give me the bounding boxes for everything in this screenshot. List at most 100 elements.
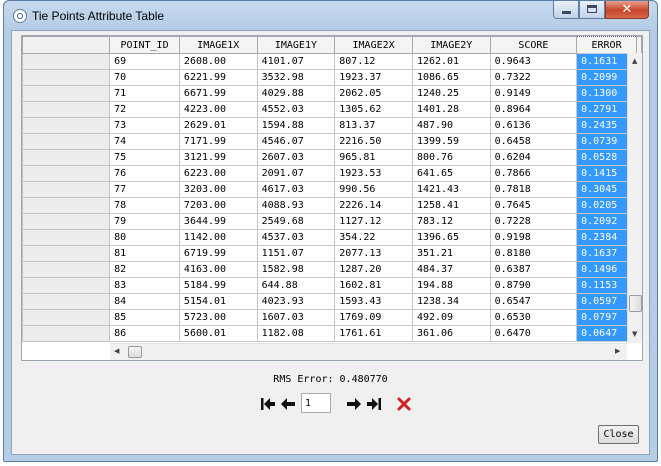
column-header-score[interactable]: SCORE <box>489 36 578 54</box>
cell-image2x[interactable]: 1761.61 <box>334 325 413 342</box>
cell-image2x[interactable]: 965.81 <box>334 149 413 166</box>
cell-image2y[interactable]: 1401.28 <box>411 101 491 118</box>
cell-image2y[interactable]: 800.76 <box>411 149 491 166</box>
cell-score[interactable]: 0.6547 <box>489 293 578 310</box>
cell-image1x[interactable]: 3203.00 <box>178 181 258 198</box>
row-header-cell[interactable] <box>22 53 111 70</box>
cell-image2y[interactable]: 1086.65 <box>411 69 491 86</box>
delete-icon[interactable] <box>395 395 413 413</box>
row-header-cell[interactable] <box>22 85 111 102</box>
cell-image1x[interactable]: 6223.00 <box>178 165 258 182</box>
scroll-left-icon[interactable]: ◀ <box>114 348 119 355</box>
cell-image1y[interactable]: 4023.93 <box>256 293 336 310</box>
cell-point-id[interactable]: 71 <box>109 85 180 102</box>
cell-image2y[interactable]: 1421.43 <box>411 181 491 198</box>
scroll-right-icon[interactable]: ▶ <box>615 348 620 355</box>
cell-point-id[interactable]: 79 <box>109 213 180 230</box>
cell-point-id[interactable]: 84 <box>109 293 180 310</box>
vertical-scroll-thumb[interactable] <box>629 295 642 312</box>
row-header-cell[interactable] <box>22 245 111 262</box>
table-row[interactable]: 85 5723.00 1607.03 1769.09 492.09 0.6530 0.079… <box>22 309 642 326</box>
scroll-down-icon[interactable]: ▼ <box>632 331 637 338</box>
cell-point-id[interactable]: 78 <box>109 197 180 214</box>
column-header-image1y[interactable]: IMAGE1Y <box>256 36 336 54</box>
vertical-scrollbar[interactable]: ▲ ▼ <box>627 53 642 343</box>
table-row[interactable]: 86 5600.01 1182.08 1761.61 361.06 0.6470 0.064… <box>22 325 642 342</box>
cell-image1y[interactable]: 1582.98 <box>256 261 336 278</box>
column-header-error[interactable]: ERROR <box>576 36 637 54</box>
table-row[interactable]: 81 6719.99 1151.07 2077.13 351.21 0.8180 0.163… <box>22 245 642 262</box>
cell-image2x[interactable]: 1287.20 <box>334 261 413 278</box>
next-page-icon[interactable] <box>345 395 363 413</box>
cell-image2y[interactable]: 487.90 <box>411 117 491 134</box>
cell-image2x[interactable]: 1602.81 <box>334 277 413 294</box>
cell-image2x[interactable]: 2226.14 <box>334 197 413 214</box>
cell-point-id[interactable]: 86 <box>109 325 180 342</box>
cell-image2x[interactable]: 2077.13 <box>334 245 413 262</box>
cell-image2x[interactable]: 1923.53 <box>334 165 413 182</box>
row-header-cell[interactable] <box>22 133 111 150</box>
cell-image2y[interactable]: 194.88 <box>411 277 491 294</box>
cell-image1y[interactable]: 4552.03 <box>256 101 336 118</box>
row-header-cell[interactable] <box>22 117 111 134</box>
cell-image2y[interactable]: 1262.01 <box>411 53 491 70</box>
cell-image2y[interactable]: 1396.65 <box>411 229 491 246</box>
horizontal-scroll-thumb[interactable] <box>128 346 142 358</box>
cell-score[interactable]: 0.8180 <box>489 245 578 262</box>
table-row[interactable]: 82 4163.00 1582.98 1287.20 484.37 0.6387 0.149… <box>22 261 642 278</box>
cell-point-id[interactable]: 72 <box>109 101 180 118</box>
cell-point-id[interactable]: 82 <box>109 261 180 278</box>
column-header-image2x[interactable]: IMAGE2X <box>334 36 413 54</box>
table-row[interactable]: 80 1142.00 4537.03 354.22 1396.65 0.9198 0.238… <box>22 229 642 246</box>
cell-score[interactable]: 0.7322 <box>489 69 578 86</box>
table-row[interactable]: 76 6223.00 2091.07 1923.53 641.65 0.7866 0.141… <box>22 165 642 182</box>
row-header-cell[interactable] <box>22 261 111 278</box>
cell-image2x[interactable]: 1923.37 <box>334 69 413 86</box>
cell-score[interactable]: 0.9643 <box>489 53 578 70</box>
cell-image2y[interactable]: 1258.41 <box>411 197 491 214</box>
cell-score[interactable]: 0.6204 <box>489 149 578 166</box>
table-row[interactable]: 84 5154.01 4023.93 1593.43 1238.34 0.6547 0.05… <box>22 293 642 310</box>
cell-image2y[interactable]: 351.21 <box>411 245 491 262</box>
corner-header-cell[interactable] <box>22 36 111 54</box>
cell-image1x[interactable]: 6221.99 <box>178 69 258 86</box>
scroll-up-icon[interactable]: ▲ <box>632 58 637 65</box>
row-header-cell[interactable] <box>22 309 111 326</box>
cell-image1x[interactable]: 3644.99 <box>178 213 258 230</box>
cell-point-id[interactable]: 77 <box>109 181 180 198</box>
row-header-cell[interactable] <box>22 325 111 342</box>
cell-image1x[interactable]: 5723.00 <box>178 309 258 326</box>
cell-image2x[interactable]: 1305.62 <box>334 101 413 118</box>
cell-image1y[interactable]: 644.88 <box>256 277 336 294</box>
row-header-cell[interactable] <box>22 229 111 246</box>
row-header-cell[interactable] <box>22 197 111 214</box>
table-row[interactable]: 83 5184.99 644.88 1602.81 194.88 0.8790 0.1153 <box>22 277 642 294</box>
cell-image2y[interactable]: 1399.59 <box>411 133 491 150</box>
cell-image1y[interactable]: 4546.07 <box>256 133 336 150</box>
cell-image2x[interactable]: 1769.09 <box>334 309 413 326</box>
cell-image1y[interactable]: 4029.88 <box>256 85 336 102</box>
cell-point-id[interactable]: 70 <box>109 69 180 86</box>
cell-image1y[interactable]: 1182.08 <box>256 325 336 342</box>
table-row[interactable]: 77 3203.00 4617.03 990.56 1421.43 0.7818 0.304… <box>22 181 642 198</box>
cell-image1y[interactable]: 4537.03 <box>256 229 336 246</box>
cell-image1x[interactable]: 4223.00 <box>178 101 258 118</box>
window-close-button[interactable]: ✕ <box>605 1 649 19</box>
cell-point-id[interactable]: 81 <box>109 245 180 262</box>
cell-image2x[interactable]: 354.22 <box>334 229 413 246</box>
cell-image2y[interactable]: 1240.25 <box>411 85 491 102</box>
cell-image1x[interactable]: 4163.00 <box>178 261 258 278</box>
cell-image1x[interactable]: 2608.00 <box>178 53 258 70</box>
column-header-image2y[interactable]: IMAGE2Y <box>411 36 491 54</box>
cell-image1x[interactable]: 5154.01 <box>178 293 258 310</box>
cell-image2y[interactable]: 361.06 <box>411 325 491 342</box>
cell-image1x[interactable]: 2629.01 <box>178 117 258 134</box>
maximize-button[interactable] <box>579 1 605 19</box>
row-header-cell[interactable] <box>22 277 111 294</box>
cell-point-id[interactable]: 74 <box>109 133 180 150</box>
cell-score[interactable]: 0.6530 <box>489 309 578 326</box>
cell-image1x[interactable]: 3121.99 <box>178 149 258 166</box>
cell-image1x[interactable]: 5600.01 <box>178 325 258 342</box>
cell-score[interactable]: 0.9198 <box>489 229 578 246</box>
table-row[interactable]: 75 3121.99 2607.03 965.81 800.76 0.6204 0.0528 <box>22 149 642 166</box>
